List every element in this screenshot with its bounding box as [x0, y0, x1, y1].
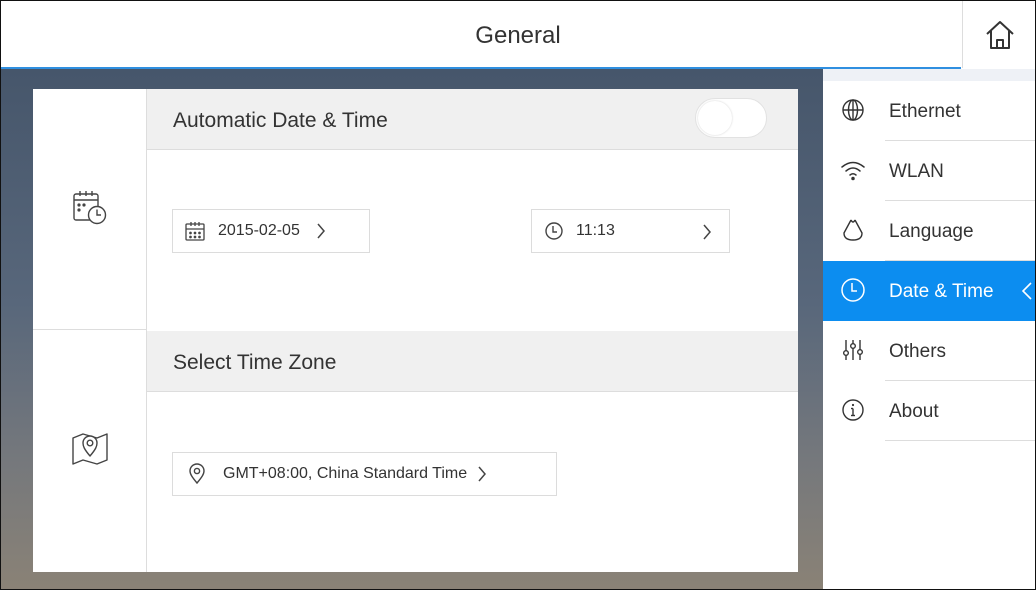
date-value: 2015-02-05 — [218, 222, 300, 239]
time-zone-label: Select Time Zone — [173, 351, 337, 374]
chevron-right-icon — [477, 466, 487, 482]
calendar-clock-icon — [69, 187, 111, 229]
sidebar-item-date-time[interactable]: Date & Time — [823, 261, 1035, 321]
sidebar-item-about[interactable]: About — [823, 381, 1035, 441]
location-pin-icon — [188, 463, 206, 485]
date-picker-button[interactable]: 2015-02-05 — [172, 209, 370, 253]
clock-icon — [839, 276, 867, 304]
map-pin-icon — [69, 427, 111, 469]
sidebar-item-label: Date & Time — [889, 281, 994, 302]
globe-icon — [839, 96, 867, 124]
time-zone-header: Select Time Zone — [147, 331, 798, 392]
date-time-panel: Automatic Date & Time 2015-02-05 11:13 S… — [33, 89, 798, 572]
time-zone-button[interactable]: GMT+08:00, China Standard Time — [172, 452, 557, 496]
sidebar-item-ethernet[interactable]: Ethernet — [823, 81, 1035, 141]
auto-date-time-toggle[interactable] — [695, 98, 767, 138]
sidebar-item-label: About — [889, 401, 939, 422]
time-zone-value: GMT+08:00, China Standard Time — [223, 465, 468, 482]
chevron-right-icon — [316, 223, 326, 239]
header-bar: General — [1, 1, 1035, 68]
info-icon — [839, 396, 867, 424]
clock-icon — [544, 221, 564, 241]
wifi-icon — [839, 156, 867, 184]
sidebar-item-label: Language — [889, 221, 974, 242]
calendar-icon — [184, 220, 206, 242]
sidebar-item-language[interactable]: Language — [823, 201, 1035, 261]
toggle-knob — [698, 101, 732, 135]
chevron-right-icon — [702, 224, 712, 240]
sidebar-item-label: WLAN — [889, 161, 944, 182]
sliders-icon — [839, 336, 867, 364]
time-value: 11:13 — [576, 222, 615, 239]
panel-icon-column — [33, 89, 147, 572]
chevron-left-icon — [1021, 282, 1032, 300]
time-picker-button[interactable]: 11:13 — [531, 209, 730, 253]
home-button[interactable] — [962, 1, 1035, 68]
app-window: General Automatic Date & Time 2015-02-05… — [0, 0, 1036, 590]
home-icon — [985, 20, 1014, 49]
auto-date-time-header: Automatic Date & Time — [147, 89, 798, 150]
sidebar-item-wlan[interactable]: WLAN — [823, 141, 1035, 201]
settings-sidebar: Ethernet WLAN Language Date & Time Other… — [823, 69, 1035, 589]
panel-divider — [33, 329, 146, 330]
sidebar-top-strip — [823, 69, 1035, 81]
sidebar-item-label: Ethernet — [889, 101, 961, 122]
sidebar-item-label: Others — [889, 341, 947, 362]
auto-date-time-label: Automatic Date & Time — [173, 109, 388, 132]
language-icon — [839, 216, 867, 244]
page-title: General — [475, 22, 561, 49]
sidebar-separator — [885, 440, 1035, 441]
sidebar-item-others[interactable]: Others — [823, 321, 1035, 381]
